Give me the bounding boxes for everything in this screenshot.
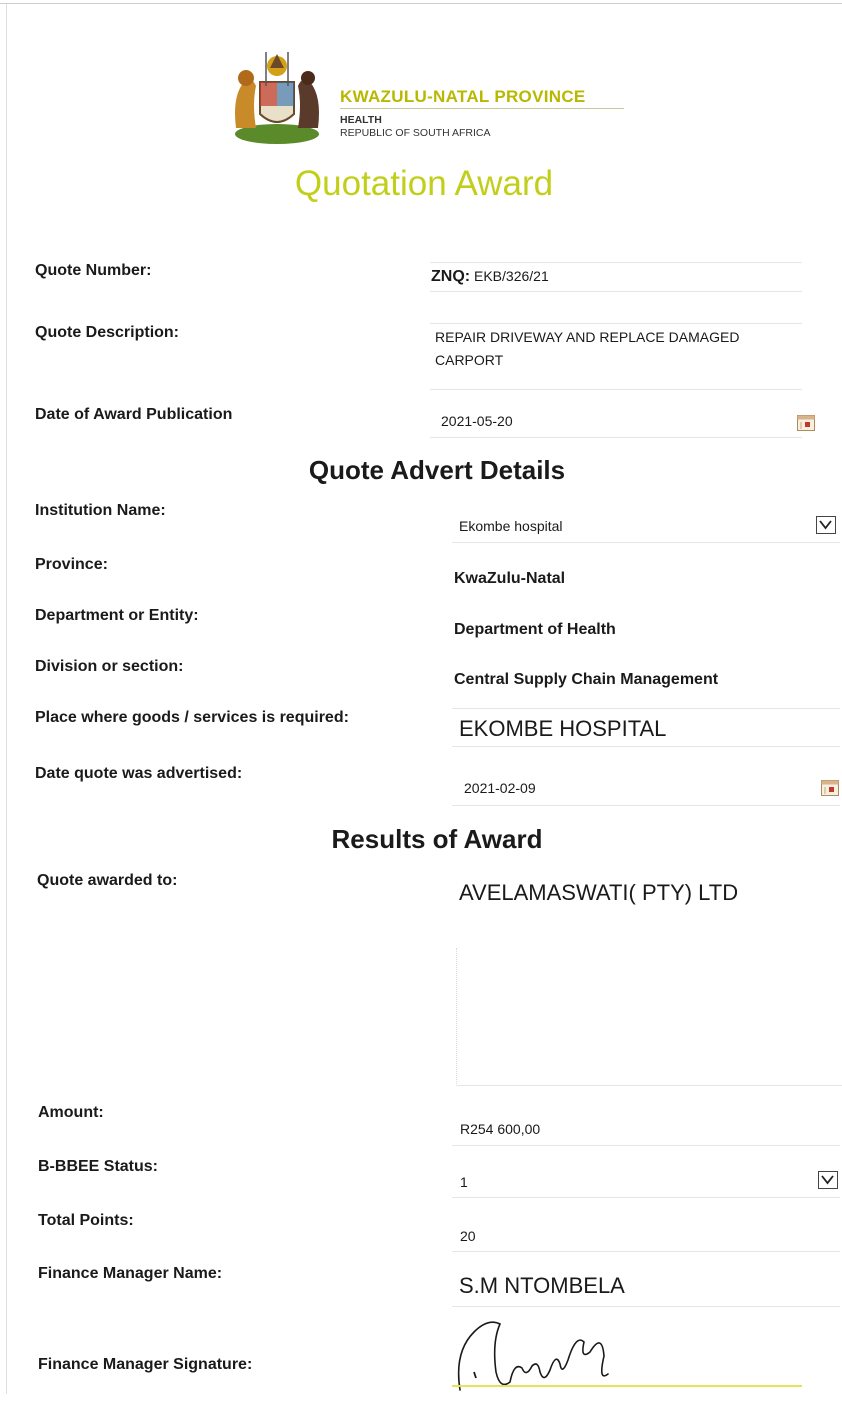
page-title: Quotation Award	[294, 164, 554, 203]
field-rule	[456, 1085, 842, 1086]
total-points-field[interactable]: 20	[460, 1228, 476, 1244]
province-value: KwaZulu-Natal	[454, 570, 566, 587]
chevron-down-icon	[821, 1175, 834, 1185]
field-rule	[430, 389, 802, 390]
finance-manager-name-label: Finance Manager Name:	[38, 1265, 223, 1282]
chevron-down-icon	[819, 520, 832, 530]
department-label: Department or Entity:	[35, 607, 199, 624]
field-rule	[452, 746, 840, 747]
place-required-field[interactable]: EKOMBE HOSPITAL	[459, 716, 666, 742]
advertised-date-label: Date quote was advertised:	[35, 765, 243, 782]
amount-label: Amount:	[38, 1104, 104, 1121]
field-rule	[430, 323, 802, 324]
place-required-label: Place where goods / services is required…	[35, 709, 349, 726]
field-rule	[452, 1145, 840, 1146]
results-heading: Results of Award	[331, 824, 543, 854]
province-name: KWAZULU-NATAL PROVINCE	[340, 87, 586, 106]
page-left-edge	[6, 4, 7, 1394]
quote-number-value: EKB/326/21	[474, 268, 549, 284]
awarded-to-field[interactable]: AVELAMASWATI( PTY) LTD	[459, 880, 738, 906]
signature-line	[452, 1385, 802, 1387]
field-rule	[452, 708, 840, 709]
quote-number-field[interactable]: ZNQ: EKB/326/21	[431, 268, 549, 286]
country-name: REPUBLIC OF SOUTH AFRICA	[340, 127, 491, 139]
header-divider	[340, 108, 624, 109]
institution-dropdown-button[interactable]	[816, 516, 836, 534]
calendar-icon[interactable]	[821, 780, 839, 796]
department-value: Department of Health	[454, 621, 616, 638]
bbbee-status-select[interactable]: 1	[460, 1174, 468, 1190]
field-rule	[452, 1306, 840, 1307]
quote-number-label: Quote Number:	[35, 262, 152, 279]
division-value: Central Supply Chain Management	[454, 671, 719, 688]
field-rule	[430, 291, 802, 292]
awarded-field-border	[456, 948, 457, 1084]
bbbee-status-label: B-BBEE Status:	[38, 1158, 159, 1175]
department-name: HEALTH	[340, 114, 382, 126]
division-label: Division or section:	[35, 658, 184, 675]
field-rule	[430, 437, 802, 438]
awarded-to-label: Quote awarded to:	[37, 872, 178, 889]
quote-number-prefix: ZNQ:	[431, 268, 471, 285]
finance-manager-name-field[interactable]: S.M NTOMBELA	[459, 1273, 625, 1299]
advert-details-heading: Quote Advert Details	[308, 455, 566, 485]
finance-manager-signature-label: Finance Manager Signature:	[38, 1356, 253, 1373]
page-top-edge	[0, 3, 842, 4]
field-rule	[452, 1251, 840, 1252]
coat-of-arms-logo	[235, 52, 319, 144]
province-label: Province:	[35, 556, 108, 573]
bbbee-dropdown-button[interactable]	[818, 1171, 838, 1189]
field-rule	[430, 262, 802, 263]
advertised-date-field[interactable]: 2021-02-09	[464, 780, 536, 796]
handwritten-signature	[457, 1321, 609, 1391]
amount-field[interactable]: R254 600,00	[460, 1121, 540, 1137]
award-date-field[interactable]: 2021-05-20	[441, 413, 513, 429]
field-rule	[452, 542, 840, 543]
calendar-icon[interactable]	[797, 415, 815, 431]
field-rule	[452, 1197, 840, 1198]
field-rule	[452, 805, 840, 806]
award-date-label: Date of Award Publication	[35, 406, 233, 423]
institution-select[interactable]: Ekombe hospital	[459, 518, 563, 534]
total-points-label: Total Points:	[38, 1212, 134, 1229]
quote-description-field[interactable]: REPAIR DRIVEWAY AND REPLACE DAMAGED CARP…	[435, 326, 795, 372]
quote-description-label: Quote Description:	[35, 324, 180, 341]
institution-label: Institution Name:	[35, 502, 166, 519]
